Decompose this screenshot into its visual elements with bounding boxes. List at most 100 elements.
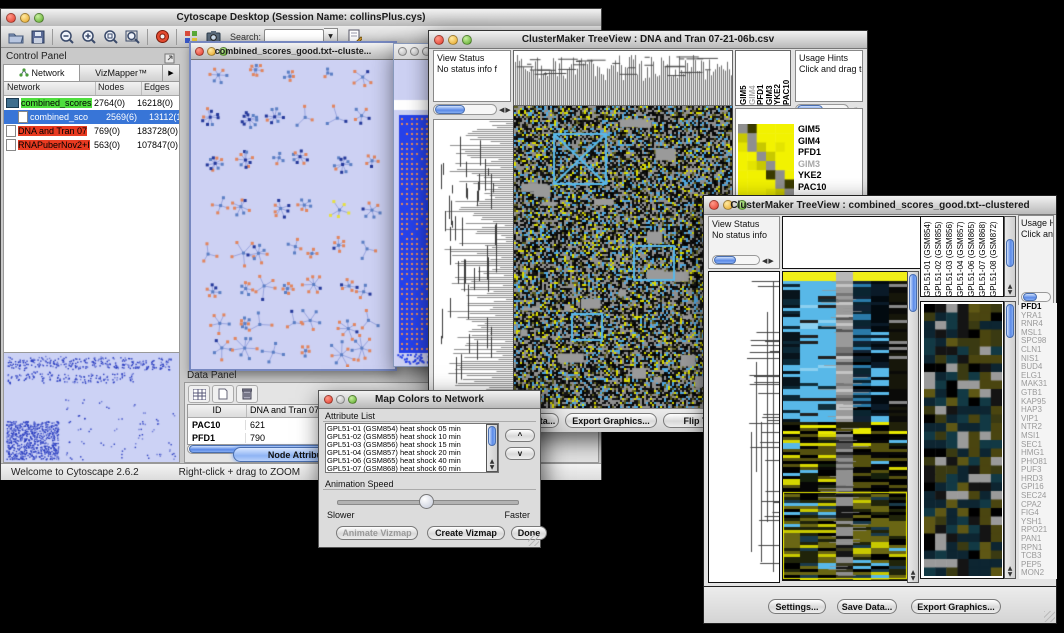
resize-grip[interactable] xyxy=(528,535,539,546)
tv1-heatmap[interactable] xyxy=(513,106,733,408)
overview-canvas[interactable] xyxy=(4,352,179,463)
hscroll-thumb[interactable] xyxy=(435,105,465,114)
tv2-heatmap-vscrollbar[interactable]: ▲▼ xyxy=(907,271,919,583)
network-nodes-value: 2764(0) xyxy=(94,98,137,108)
tab-network[interactable]: Network xyxy=(4,65,80,81)
tv1-row-label[interactable]: YKE2 xyxy=(798,170,826,182)
delete-attribute-icon[interactable] xyxy=(236,385,258,403)
tv1-usage-hints: Usage Hints Click and drag tc xyxy=(795,50,863,102)
help-lifesaver-icon[interactable] xyxy=(151,27,173,46)
zoom-in-icon[interactable] xyxy=(78,27,100,46)
zoom-fit-icon[interactable] xyxy=(122,27,144,46)
tv1-row-label[interactable]: GIM3 xyxy=(798,159,826,171)
attribute-select-icon[interactable] xyxy=(188,385,210,403)
tv1-row-dendrogram[interactable] xyxy=(433,119,515,410)
resize-grip[interactable] xyxy=(1044,611,1055,622)
network-name-cell: DNA and Tran 07 xyxy=(4,125,94,137)
speed-slider-thumb[interactable] xyxy=(419,494,434,509)
scroll-up-down-icons[interactable]: ▲▼ xyxy=(487,459,497,471)
vscroll-thumb[interactable] xyxy=(909,274,917,312)
vscroll-thumb[interactable] xyxy=(488,426,496,446)
network-row[interactable]: combined_scores2764(0)16218(0) xyxy=(4,96,179,110)
tv2-column-label[interactable]: GPL51-01 (GSM854) xyxy=(922,219,933,297)
treeview2-titlebar[interactable]: ClusterMaker TreeView : combined_scores_… xyxy=(704,196,1056,215)
save-data-button[interactable]: Save Data... xyxy=(837,599,897,614)
scroll-up-down-icons[interactable]: ▲▼ xyxy=(1005,284,1015,296)
status-zoom-hint: Right-click + drag to ZOOM xyxy=(179,467,300,478)
dialog-titlebar[interactable]: Map Colors to Network xyxy=(319,391,540,409)
hscroll-thumb[interactable] xyxy=(714,256,736,264)
close-button[interactable] xyxy=(398,47,407,56)
export-graphics-button[interactable]: Export Graphics... xyxy=(565,413,657,428)
column-header-edges[interactable]: Edges xyxy=(142,82,179,95)
data-column-id[interactable]: ID xyxy=(188,405,247,417)
attribute-item[interactable]: GPL51-07 (GSM868) heat shock 60 min xyxy=(327,465,485,473)
map-colors-dialog: Map Colors to Network Attribute List GPL… xyxy=(318,390,541,548)
tv2-column-label[interactable]: GPL51-08 (GSM872) xyxy=(988,219,999,297)
animate-vizmap-button[interactable]: Animate Vizmap xyxy=(336,526,418,540)
settings-button[interactable]: Settings... xyxy=(768,599,826,614)
tv1-row-label[interactable]: GIM4 xyxy=(798,136,826,148)
tab-overflow-button[interactable]: ▶ xyxy=(163,65,179,81)
save-data-label: Save Data... xyxy=(842,602,893,612)
attribute-list-vscrollbar[interactable]: ▲▼ xyxy=(486,424,498,472)
status-welcome: Welcome to Cytoscape 2.6.2 xyxy=(11,467,139,478)
column-header-network[interactable]: Network xyxy=(4,82,96,95)
treeview1-titlebar[interactable]: ClusterMaker TreeView : DNA and Tran 07-… xyxy=(429,31,867,49)
move-down-button[interactable]: v xyxy=(505,447,535,460)
move-up-button[interactable]: ^ xyxy=(505,429,535,442)
tv2-column-label[interactable]: GPL51-07 (GSM868) xyxy=(977,219,988,297)
hscroll-thumb[interactable] xyxy=(1023,293,1037,301)
animate-vizmap-label: Animate Vizmap xyxy=(342,528,411,538)
scroll-up-down-icons[interactable]: ▲▼ xyxy=(908,570,918,582)
open-file-icon[interactable] xyxy=(5,27,27,46)
save-session-icon[interactable] xyxy=(27,27,49,46)
tv2-zoom-vscrollbar[interactable]: ▲▼ xyxy=(1004,301,1016,579)
cytoscape-titlebar[interactable]: Cytoscape Desktop (Session Name: collins… xyxy=(1,9,601,27)
tv1-column-label[interactable]: GIM3 xyxy=(764,53,773,105)
tv2-column-label[interactable]: GPL51-02 (GSM855) xyxy=(933,219,944,297)
tv1-column-label[interactable]: GIM4 xyxy=(747,53,756,105)
tv1-status-scrollbar[interactable] xyxy=(433,104,497,115)
vscroll-thumb[interactable] xyxy=(1006,304,1014,338)
column-header-nodes[interactable]: Nodes xyxy=(96,82,142,95)
tv1-column-label[interactable]: PAC10 xyxy=(781,53,790,105)
scroll-left-right-icons[interactable]: ◀▶ xyxy=(499,106,512,114)
network-row[interactable]: combined_sco2569(6)13112(15) xyxy=(4,110,179,124)
vscroll-thumb[interactable] xyxy=(1006,239,1014,267)
tv2-status-scrollbar[interactable] xyxy=(712,255,760,265)
tv1-row-label[interactable]: PFD1 xyxy=(798,147,826,159)
tv2-hints-scrollbar[interactable] xyxy=(1021,292,1051,302)
zoom-selected-icon[interactable] xyxy=(100,27,122,46)
tv1-summary-heatmap[interactable] xyxy=(738,124,794,198)
export-graphics-button[interactable]: Export Graphics... xyxy=(911,599,1001,614)
gene-label[interactable]: MON2 xyxy=(1019,569,1057,578)
network-row[interactable]: DNA and Tran 07769(0)183728(0) xyxy=(4,124,179,138)
tv1-row-label[interactable]: GIM5 xyxy=(798,124,826,136)
tv1-column-dendrogram[interactable] xyxy=(513,50,733,106)
create-vizmap-button[interactable]: Create Vizmap xyxy=(427,526,505,540)
tv2-column-label[interactable]: GPL51-04 (GSM857) xyxy=(955,219,966,297)
tv1-column-label[interactable]: YKE2 xyxy=(772,53,781,105)
network-row[interactable]: RNAPuberNov2+I563(0)107847(0) xyxy=(4,138,179,152)
tv2-column-dendrogram-area[interactable] xyxy=(782,216,922,269)
tv1-row-label[interactable]: PAC10 xyxy=(798,182,826,194)
tv2-heatmap[interactable] xyxy=(782,271,908,581)
zoom-out-icon[interactable] xyxy=(56,27,78,46)
network-nodes-value: 563(0) xyxy=(94,140,137,150)
new-attribute-icon[interactable] xyxy=(212,385,234,403)
scroll-left-right-icons[interactable]: ◀▶ xyxy=(762,257,775,265)
tv1-column-label[interactable]: PFD1 xyxy=(755,53,764,105)
tv2-column-label[interactable]: GPL51-06 (GSM865) xyxy=(966,219,977,297)
tv2-column-label[interactable]: GPL51-03 (GSM856) xyxy=(944,219,955,297)
tv2-zoom-heatmap[interactable] xyxy=(924,304,1002,576)
network-view-titlebar[interactable]: combined_scores_good.txt--cluste... xyxy=(191,43,395,60)
network-canvas[interactable] xyxy=(191,60,391,367)
scroll-up-down-icons[interactable]: ▲▼ xyxy=(1005,566,1015,578)
minimize-button[interactable] xyxy=(410,47,419,56)
tv2-gene-list: PFD1YRA1RNR4MSL1SPC98CLN1NIS1BUD4ELG1MAK… xyxy=(1019,303,1057,579)
tv1-column-label[interactable]: GIM5 xyxy=(738,53,747,105)
tv2-row-dendrogram[interactable] xyxy=(709,272,779,582)
tab-vizmapper[interactable]: VizMapper™ xyxy=(80,65,163,81)
tv2-column-labels-vscrollbar[interactable]: ▲▼ xyxy=(1004,216,1016,297)
